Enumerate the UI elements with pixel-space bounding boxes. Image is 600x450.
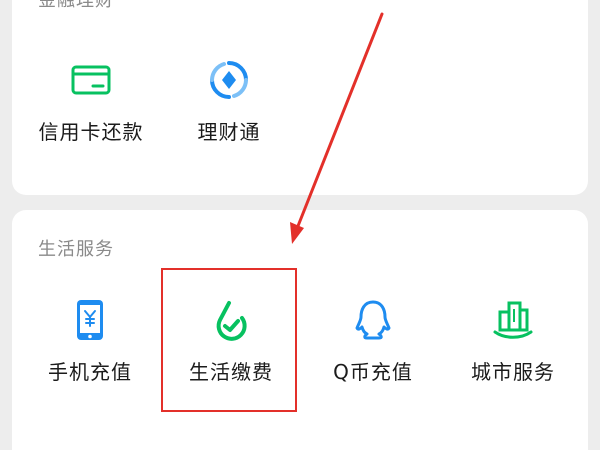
life-services-section-title: 生活服务 xyxy=(38,239,114,260)
highlight-box xyxy=(161,268,297,412)
qq-icon xyxy=(355,300,391,340)
life-services-section-card: 生活服务 手机充值 生活缴费 Q币充值 城市服务 xyxy=(12,210,588,450)
phone-icon xyxy=(77,300,103,340)
wallet-services-page: 金融理财 信用卡还款 理财通 生活服务 手机充值 生活缴费 Q币充值 城市服务 xyxy=(0,0,600,450)
credit-card-repayment-label: 信用卡还款 xyxy=(38,120,144,144)
credit-card-icon xyxy=(71,65,111,95)
wealth-management-label: 理财通 xyxy=(197,120,261,144)
city-services-item[interactable]: 城市服务 xyxy=(448,298,578,385)
finance-section-card: 金融理财 信用卡还款 理财通 xyxy=(12,0,588,195)
credit-card-repayment-item[interactable]: 信用卡还款 xyxy=(26,58,156,145)
wealth-icon xyxy=(210,61,248,99)
mobile-recharge-label: 手机充值 xyxy=(48,360,132,384)
finance-section-title: 金融理财 xyxy=(38,0,114,11)
q-coin-recharge-label: Q币充值 xyxy=(333,360,413,384)
city-icon xyxy=(493,301,533,339)
city-services-label: 城市服务 xyxy=(471,360,555,384)
mobile-recharge-item[interactable]: 手机充值 xyxy=(25,298,155,385)
wealth-management-item[interactable]: 理财通 xyxy=(164,58,294,145)
q-coin-recharge-item[interactable]: Q币充值 xyxy=(308,298,438,385)
